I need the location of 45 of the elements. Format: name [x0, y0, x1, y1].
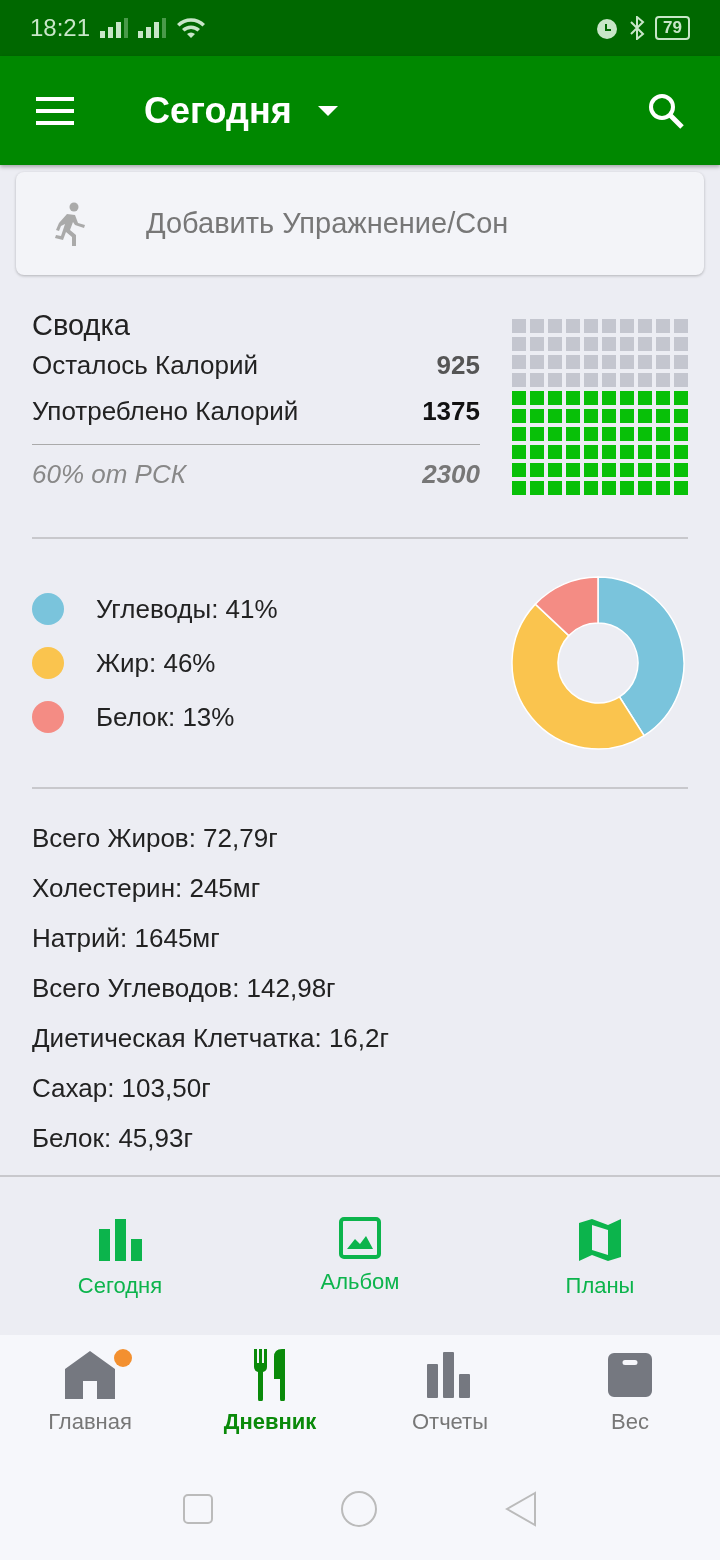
scale-icon	[608, 1353, 652, 1397]
calorie-label: Употреблено Калорий	[32, 395, 299, 427]
home-icon	[65, 1351, 115, 1399]
quick-link[interactable]: Альбом	[260, 1217, 460, 1335]
date-dropdown[interactable]: Сегодня	[144, 89, 292, 132]
nutrient-label: Всего Углеводов: 142,98г	[32, 971, 337, 1005]
signal-icon	[100, 18, 129, 38]
bar-chart-icon	[97, 1217, 143, 1263]
nutrient-label: Холестерин: 245мг	[32, 871, 262, 905]
nav-tab[interactable]: Отчеты	[360, 1347, 540, 1457]
image-icon	[339, 1217, 381, 1259]
calorie-label: Осталось Калорий	[32, 349, 259, 381]
nutrient-label: Диетическая Клетчатка: 16,2г	[32, 1021, 390, 1055]
fork-knife-icon	[254, 1349, 286, 1401]
rdi-value: 2300	[422, 458, 480, 490]
quick-link[interactable]: Планы	[500, 1217, 700, 1335]
nutrient-label: Белок: 45,93г	[32, 1121, 194, 1155]
caret-icon[interactable]	[317, 105, 338, 116]
macro-label: Белок: 13%	[96, 701, 235, 733]
calorie-value: 1375	[422, 395, 480, 427]
battery-level: 79	[655, 16, 690, 40]
alarm-icon	[595, 16, 620, 40]
signal-icon	[138, 18, 167, 38]
macro-label: Жир: 46%	[96, 647, 216, 679]
nutrient-label: Сахар: 103,50г	[32, 1071, 212, 1105]
search-icon[interactable]	[648, 92, 684, 129]
nutrient-label: Натрий: 1645мг	[32, 921, 221, 955]
menu-icon[interactable]	[36, 96, 74, 125]
bar-chart-icon	[427, 1352, 473, 1398]
macro-label: Углеводы: 41%	[96, 593, 278, 625]
nutrient-label: Всего Жиров: 72,79г	[32, 821, 279, 855]
nav-tab[interactable]: Главная	[0, 1347, 180, 1457]
calorie-value: 925	[436, 349, 480, 381]
nav-tab[interactable]: Вес	[540, 1347, 720, 1457]
summary-title: Сводка	[32, 309, 130, 341]
wifi-icon	[176, 17, 207, 39]
add-exercise-label: Добавить Упражнение/Сон	[146, 207, 509, 240]
bluetooth-icon	[629, 16, 646, 40]
map-icon	[577, 1217, 623, 1263]
running-person-icon	[52, 201, 88, 246]
add-exercise-card[interactable]: Добавить Упражнение/Сон	[16, 172, 704, 275]
rdi-percentage: 60% от РСК	[32, 458, 187, 490]
quick-link[interactable]: Сегодня	[20, 1217, 220, 1335]
nav-tab[interactable]: Дневник	[180, 1347, 360, 1457]
clock: 18:21	[30, 14, 91, 42]
